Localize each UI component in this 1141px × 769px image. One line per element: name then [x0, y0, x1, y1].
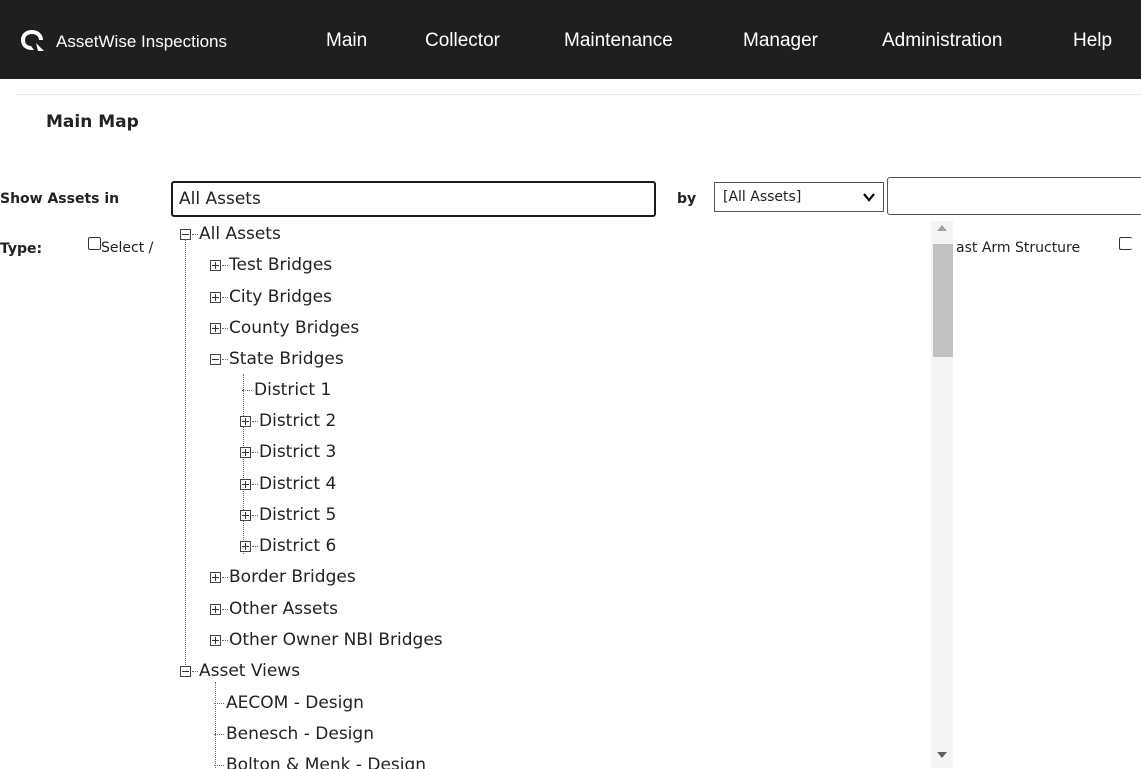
tree-node-asset-views[interactable]: Asset Views [180, 659, 300, 683]
expand-icon[interactable] [210, 603, 221, 615]
type-option-label: ast Arm Structure [956, 240, 1081, 256]
tree-node-aecom-design[interactable]: AECOM - Design [214, 691, 364, 715]
nav-maintenance[interactable]: Maintenance [564, 30, 673, 52]
type-label: Type: [0, 241, 43, 257]
tree-node-label: Benesch - Design [226, 724, 374, 744]
tree-node-district-1[interactable]: District 1 [242, 378, 331, 402]
by-label: by [677, 191, 697, 207]
tree-node-label: Other Owner NBI Bridges [229, 630, 443, 650]
tree-node-label: State Bridges [229, 349, 344, 369]
expand-icon[interactable] [240, 540, 251, 552]
nav-main[interactable]: Main [326, 30, 367, 52]
tree-node-district-6[interactable]: District 6 [240, 534, 336, 558]
expand-icon[interactable] [210, 634, 221, 646]
tree-node-label: District 3 [259, 442, 337, 462]
tree-node-label: All Assets [199, 224, 281, 244]
tree-node-label: Border Bridges [229, 567, 356, 587]
select-all-checkbox[interactable] [88, 237, 101, 250]
tree-node-other-owner-nbi-bridges[interactable]: Other Owner NBI Bridges [210, 628, 443, 652]
expand-icon[interactable] [240, 509, 251, 521]
tree-node-state-bridges[interactable]: State Bridges [210, 347, 344, 371]
collapse-icon[interactable] [180, 665, 191, 677]
top-nav: AssetWise Inspections Main Collector Mai… [0, 0, 1141, 79]
tree-node-district-2[interactable]: District 2 [240, 409, 336, 433]
tree-node-label: Asset Views [199, 661, 301, 681]
type-option-checkbox[interactable] [1119, 237, 1132, 250]
nav-manager[interactable]: Manager [743, 30, 818, 52]
page-title: Main Map [46, 112, 139, 132]
show-assets-label: Show Assets in [0, 191, 120, 207]
expand-icon[interactable] [240, 446, 251, 458]
tree-connector [185, 234, 186, 669]
tree-node-label: District 6 [259, 536, 337, 556]
tree-node-label: County Bridges [229, 318, 360, 338]
tree-node-label: District 1 [254, 380, 332, 400]
expand-icon[interactable] [210, 322, 221, 334]
tree-node-all-assets[interactable]: All Assets [180, 222, 281, 246]
tree-node-label: City Bridges [229, 287, 332, 307]
nav-help[interactable]: Help [1073, 30, 1112, 52]
collapse-icon[interactable] [210, 353, 221, 365]
tree-scrollbar[interactable] [931, 221, 953, 768]
nav-collector[interactable]: Collector [425, 30, 500, 52]
tree-node-benesch-design[interactable]: Benesch - Design [214, 722, 374, 746]
tree-node-district-4[interactable]: District 4 [240, 472, 336, 496]
tree-node-label: Bolton & Menk - Design [226, 755, 427, 769]
by-select-value: [All Assets] [723, 189, 802, 205]
scroll-up-icon[interactable] [937, 225, 947, 231]
header-divider [16, 94, 1141, 95]
tree-node-test-bridges[interactable]: Test Bridges [210, 253, 332, 277]
tree-node-county-bridges[interactable]: County Bridges [210, 316, 359, 340]
tree-node-other-assets[interactable]: Other Assets [210, 597, 338, 621]
show-assets-input[interactable]: All Assets [171, 181, 656, 217]
tree-node-label: District 5 [259, 505, 337, 525]
expand-icon[interactable] [240, 478, 251, 490]
expand-icon[interactable] [210, 259, 221, 271]
asset-tree-dropdown: All Assets Test Bridges City Bridges Cou… [172, 217, 957, 769]
tree-node-label: AECOM - Design [226, 693, 364, 713]
tree-node-label: District 4 [259, 474, 337, 494]
tree-node-city-bridges[interactable]: City Bridges [210, 285, 332, 309]
brand-name[interactable]: AssetWise Inspections [56, 32, 227, 52]
nav-administration[interactable]: Administration [882, 30, 1002, 52]
collapse-icon[interactable] [180, 228, 191, 240]
select-all-label: Select / [101, 240, 154, 256]
tree-node-border-bridges[interactable]: Border Bridges [210, 565, 356, 589]
tree-node-label: District 2 [259, 411, 337, 431]
expand-icon[interactable] [240, 415, 251, 427]
scrollbar-thumb[interactable] [933, 244, 953, 357]
expand-icon[interactable] [210, 571, 221, 583]
tree-node-label: Other Assets [229, 599, 338, 619]
tree-node-label: Test Bridges [229, 255, 333, 275]
tree-node-district-3[interactable]: District 3 [240, 440, 336, 464]
tree-node-district-5[interactable]: District 5 [240, 503, 336, 527]
tree-node-bolton-menk-design[interactable]: Bolton & Menk - Design [214, 753, 426, 769]
assetwise-logo-icon [21, 30, 44, 51]
scroll-down-icon[interactable] [937, 752, 947, 758]
expand-icon[interactable] [210, 291, 221, 303]
search-text-input[interactable] [887, 177, 1141, 215]
by-select[interactable]: [All Assets] [714, 182, 884, 212]
